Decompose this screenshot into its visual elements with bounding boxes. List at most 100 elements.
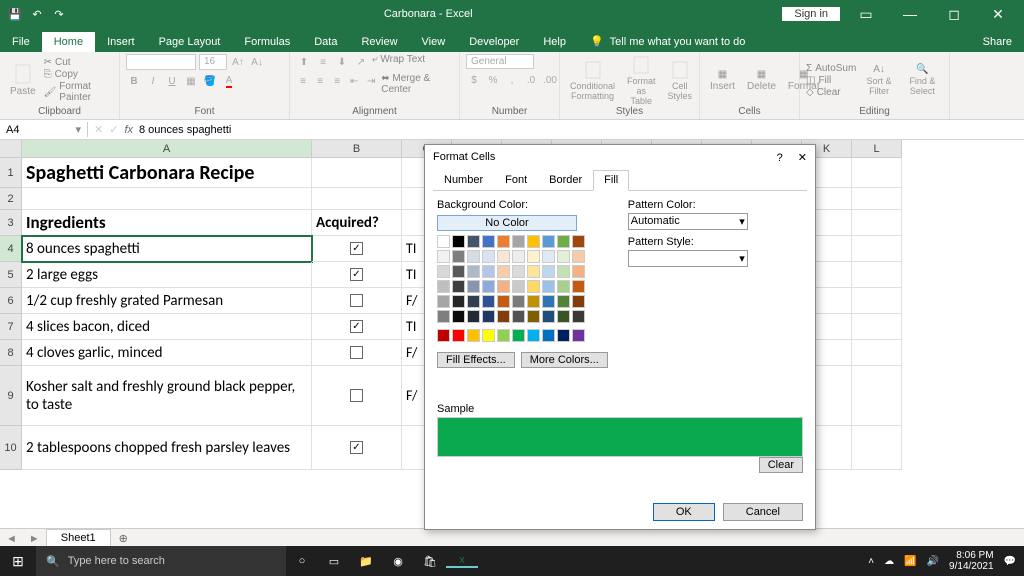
clear-fill-button[interactable]: Clear — [759, 457, 803, 473]
color-swatch[interactable] — [452, 310, 465, 323]
grow-font-icon[interactable]: A↑ — [230, 54, 246, 70]
chrome-icon[interactable]: ◉ — [382, 555, 414, 568]
row-header-3[interactable]: 3 — [0, 210, 22, 236]
color-swatch[interactable] — [542, 265, 555, 278]
fx-icon[interactable]: fx — [124, 124, 133, 136]
cell-A4[interactable]: 8 ounces spaghetti — [22, 236, 312, 262]
cell-L10[interactable] — [852, 426, 902, 470]
color-swatch[interactable] — [467, 329, 480, 342]
align-top-icon[interactable]: ⬆ — [296, 54, 312, 70]
increase-decimal-icon[interactable]: .0 — [523, 72, 539, 88]
indent-right-icon[interactable]: ⇥ — [364, 73, 378, 89]
cell-L3[interactable] — [852, 210, 902, 236]
color-swatch[interactable] — [512, 235, 525, 248]
tab-review[interactable]: Review — [349, 32, 409, 52]
row-header-8[interactable]: 8 — [0, 340, 22, 366]
sheet-nav-next-icon[interactable]: ► — [23, 533, 46, 545]
explorer-icon[interactable]: 📁 — [350, 555, 382, 568]
task-view-icon[interactable]: ▭ — [318, 555, 350, 568]
dialog-help-icon[interactable]: ? — [777, 152, 783, 164]
color-swatch[interactable] — [512, 265, 525, 278]
fill-color-icon[interactable]: 🪣 — [202, 73, 218, 89]
tab-file[interactable]: File — [0, 32, 42, 52]
merge-button[interactable]: ⬌ Merge & Center — [381, 73, 453, 95]
acquired-checkbox[interactable]: ✓ — [350, 441, 363, 454]
tab-developer[interactable]: Developer — [457, 32, 531, 52]
cancel-formula-icon[interactable]: ✕ — [94, 123, 103, 136]
conditional-format-button[interactable]: Conditional Formatting — [566, 60, 619, 101]
cell-A3[interactable]: Ingredients — [22, 210, 312, 236]
color-swatch[interactable] — [437, 235, 450, 248]
tab-home[interactable]: Home — [42, 32, 95, 52]
color-swatch[interactable] — [497, 265, 510, 278]
color-swatch[interactable] — [557, 329, 570, 342]
cell-styles-button[interactable]: Cell Styles — [664, 60, 697, 101]
color-swatch[interactable] — [482, 280, 495, 293]
cell-A5[interactable]: 2 large eggs — [22, 262, 312, 288]
color-swatch[interactable] — [482, 265, 495, 278]
color-swatch[interactable] — [437, 265, 450, 278]
undo-icon[interactable]: ↶ — [28, 5, 46, 23]
color-swatch[interactable] — [497, 329, 510, 342]
color-swatch[interactable] — [542, 310, 555, 323]
color-swatch[interactable] — [512, 250, 525, 263]
taskbar-search[interactable]: 🔍 Type here to search — [36, 546, 286, 576]
row-header-9[interactable]: 9 — [0, 366, 22, 426]
notifications-icon[interactable]: 💬 — [1004, 556, 1016, 567]
enter-formula-icon[interactable]: ✓ — [109, 123, 118, 136]
italic-icon[interactable]: I — [145, 73, 161, 89]
color-swatch[interactable] — [467, 250, 480, 263]
row-header-6[interactable]: 6 — [0, 288, 22, 314]
color-swatch[interactable] — [572, 295, 585, 308]
color-swatch[interactable] — [572, 310, 585, 323]
cell-B4[interactable]: ✓ — [312, 236, 402, 262]
cell-A8[interactable]: 4 cloves garlic, minced — [22, 340, 312, 366]
decrease-decimal-icon[interactable]: .00 — [542, 72, 558, 88]
acquired-checkbox[interactable]: ✓ — [350, 320, 363, 333]
orientation-icon[interactable]: ↗ — [353, 54, 369, 70]
percent-icon[interactable]: % — [485, 72, 501, 88]
color-swatch[interactable] — [437, 250, 450, 263]
acquired-checkbox[interactable]: ✓ — [350, 242, 363, 255]
col-header-A[interactable]: A — [22, 140, 312, 158]
cortana-icon[interactable]: ○ — [286, 555, 318, 567]
color-swatch[interactable] — [437, 310, 450, 323]
sheet-nav-prev-icon[interactable]: ◄ — [0, 533, 23, 545]
tray-clock[interactable]: 8:06 PM 9/14/2021 — [949, 550, 994, 572]
tab-formulas[interactable]: Formulas — [232, 32, 302, 52]
copy-button[interactable]: ⎘ Copy — [44, 69, 113, 80]
indent-left-icon[interactable]: ⇤ — [347, 73, 361, 89]
cell-B1[interactable] — [312, 158, 402, 188]
color-swatch[interactable] — [497, 280, 510, 293]
tab-insert[interactable]: Insert — [95, 32, 147, 52]
color-swatch[interactable] — [557, 280, 570, 293]
color-swatch[interactable] — [452, 280, 465, 293]
color-swatch[interactable] — [572, 235, 585, 248]
row-header-7[interactable]: 7 — [0, 314, 22, 340]
color-swatch[interactable] — [497, 235, 510, 248]
col-header-L[interactable]: L — [852, 140, 902, 158]
cell-A10[interactable]: 2 tablespoons chopped fresh parsley leav… — [22, 426, 312, 470]
color-swatch[interactable] — [467, 265, 480, 278]
autosum-button[interactable]: Σ AutoSum — [806, 63, 856, 74]
sign-in-button[interactable]: Sign in — [782, 7, 840, 21]
cell-B10[interactable]: ✓ — [312, 426, 402, 470]
comma-icon[interactable]: , — [504, 72, 520, 88]
align-center-icon[interactable]: ≡ — [313, 73, 327, 89]
color-swatch[interactable] — [452, 265, 465, 278]
maximize-icon[interactable]: ◻ — [936, 6, 972, 23]
cell-L1[interactable] — [852, 158, 902, 188]
dialog-tab-number[interactable]: Number — [433, 170, 494, 190]
more-colors-button[interactable]: More Colors... — [521, 352, 608, 368]
color-swatch[interactable] — [482, 295, 495, 308]
paste-button[interactable]: Paste — [6, 63, 40, 97]
color-swatch[interactable] — [452, 295, 465, 308]
color-swatch[interactable] — [497, 295, 510, 308]
color-swatch[interactable] — [542, 295, 555, 308]
pattern-style-select[interactable]: ▾ — [628, 250, 748, 267]
bold-icon[interactable]: B — [126, 73, 142, 89]
cell-L6[interactable] — [852, 288, 902, 314]
delete-cells-button[interactable]: ▦Delete — [743, 69, 780, 92]
onedrive-icon[interactable]: ☁ — [884, 556, 894, 567]
cell-L9[interactable] — [852, 366, 902, 426]
